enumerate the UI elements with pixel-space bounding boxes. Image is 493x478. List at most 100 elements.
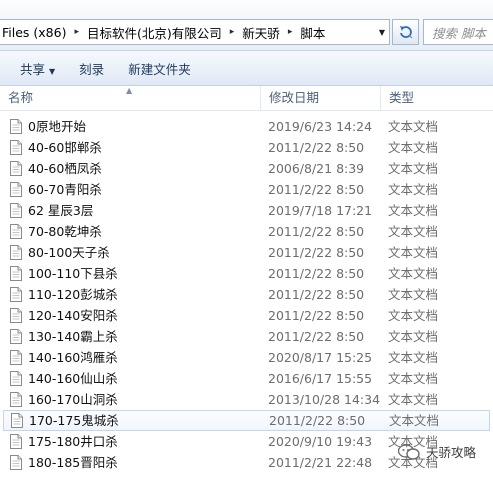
file-type: 文本文档	[388, 350, 439, 365]
share-label: 共享	[20, 61, 46, 77]
file-type: 文本文档	[388, 245, 439, 260]
text-document-icon	[10, 140, 22, 155]
watermark-text: 天骄攻略	[426, 445, 477, 460]
file-name: 175-180井口杀	[28, 434, 118, 449]
file-row[interactable]: 40-60邯郸杀 2011/2/22 8:50 文本文档	[0, 137, 493, 158]
file-row[interactable]: 70-80乾坤杀 2011/2/22 8:50 文本文档	[0, 221, 493, 242]
sort-ascending-icon: ▲	[126, 86, 133, 95]
file-name: 80-100天子杀	[28, 245, 110, 260]
column-header-type[interactable]: 类型	[380, 86, 414, 110]
file-name: 70-80乾坤杀	[28, 224, 102, 239]
file-date: 2011/2/22 8:50	[268, 308, 365, 323]
file-type: 文本文档	[388, 287, 439, 302]
file-type: 文本文档	[388, 203, 439, 218]
breadcrumb-separator-icon[interactable]: ▸	[282, 27, 299, 37]
breadcrumb-company[interactable]: 目标软件(北京)有限公司	[85, 23, 224, 42]
text-document-icon	[10, 245, 22, 260]
file-row[interactable]: 60-70青阳杀 2011/2/22 8:50 文本文档	[0, 179, 493, 200]
file-name: 130-140霸上杀	[28, 329, 118, 344]
file-row[interactable]: 120-140安阳杀 2011/2/22 8:50 文本文档	[0, 305, 493, 326]
file-row[interactable]: 160-170山洞杀 2013/10/28 14:34 文本文档	[0, 389, 493, 410]
file-name: 0原地开始	[28, 119, 86, 134]
file-date: 2013/10/28 14:34	[268, 392, 381, 407]
file-name: 60-70青阳杀	[28, 182, 102, 197]
file-name: 100-110下县杀	[28, 266, 118, 281]
file-row[interactable]: 80-100天子杀 2011/2/22 8:50 文本文档	[0, 242, 493, 263]
watermark: 天骄攻略	[398, 442, 476, 461]
file-list: 0原地开始 2019/6/23 14:24 文本文档 40-60邯郸杀 2011/2/2…	[0, 116, 493, 473]
column-header-name[interactable]: 名称	[8, 86, 33, 110]
file-type: 文本文档	[388, 329, 439, 344]
file-date: 2011/2/22 8:50	[268, 140, 365, 155]
file-date: 2020/8/17 15:25	[268, 350, 373, 365]
chevron-down-icon: ▼	[49, 66, 56, 76]
file-date: 2020/9/10 19:43	[268, 434, 373, 449]
file-name: 120-140安阳杀	[28, 308, 118, 323]
file-date: 2006/8/21 8:39	[268, 161, 365, 176]
file-name: 40-60栖凤杀	[28, 161, 102, 176]
file-date: 2011/2/22 8:50	[269, 413, 366, 428]
breadcrumb-xintianjiao[interactable]: 新天骄	[240, 23, 282, 42]
file-date: 2011/2/22 8:50	[268, 329, 365, 344]
address-bar[interactable]: Files (x86) ▸ 目标软件(北京)有限公司 ▸ 新天骄 ▸ 脚本 ▼	[0, 19, 390, 45]
file-date: 2011/2/21 22:48	[268, 455, 373, 470]
address-bar-area: Files (x86) ▸ 目标软件(北京)有限公司 ▸ 新天骄 ▸ 脚本 ▼ …	[0, 0, 493, 51]
file-name: 160-170山洞杀	[28, 392, 118, 407]
text-document-icon	[10, 308, 22, 323]
breadcrumb-separator-icon[interactable]: ▸	[224, 27, 241, 37]
share-button[interactable]: 共享 ▼	[0, 59, 67, 78]
breadcrumb-program-files[interactable]: Files (x86)	[0, 25, 68, 40]
breadcrumb-separator-icon[interactable]: ▸	[68, 27, 85, 37]
file-row[interactable]: 170-175鬼城杀 2011/2/22 8:50 文本文档	[3, 410, 490, 431]
file-row[interactable]: 62 星辰3层 2019/7/18 17:21 文本文档	[0, 200, 493, 221]
file-date: 2011/2/22 8:50	[268, 182, 365, 197]
text-document-icon	[10, 224, 22, 239]
file-date: 2011/2/22 8:50	[268, 224, 365, 239]
command-toolbar: 共享 ▼ 刻录 新建文件夹	[0, 51, 493, 86]
wechat-icon	[398, 443, 420, 460]
breadcrumb-scripts[interactable]: 脚本	[298, 23, 327, 42]
text-document-icon	[10, 455, 22, 470]
file-name: 180-185晋阳杀	[28, 455, 118, 470]
file-row[interactable]: 130-140霸上杀 2011/2/22 8:50 文本文档	[0, 326, 493, 347]
file-type: 文本文档	[388, 161, 439, 176]
file-row[interactable]: 140-160仙山杀 2016/6/17 15:55 文本文档	[0, 368, 493, 389]
search-input[interactable]: 搜索 脚本	[423, 19, 493, 45]
file-type: 文本文档	[388, 266, 439, 281]
file-type: 文本文档	[389, 413, 440, 428]
text-document-icon	[10, 287, 22, 302]
file-row[interactable]: 140-160鸿雁杀 2020/8/17 15:25 文本文档	[0, 347, 493, 368]
file-name: 62 星辰3层	[28, 203, 94, 218]
chevron-down-icon[interactable]: ▼	[376, 20, 388, 44]
file-row[interactable]: 0原地开始 2019/6/23 14:24 文本文档	[0, 116, 493, 137]
file-date: 2011/2/22 8:50	[268, 287, 365, 302]
file-date: 2011/2/22 8:50	[268, 245, 365, 260]
file-row[interactable]: 110-120彭城杀 2011/2/22 8:50 文本文档	[0, 284, 493, 305]
text-document-icon	[10, 392, 22, 407]
text-document-icon	[11, 413, 23, 428]
file-type: 文本文档	[388, 182, 439, 197]
column-header-date[interactable]: 修改日期	[260, 86, 319, 110]
text-document-icon	[10, 329, 22, 344]
file-row[interactable]: 40-60栖凤杀 2006/8/21 8:39 文本文档	[0, 158, 493, 179]
new-folder-button[interactable]: 新建文件夹	[116, 59, 203, 78]
file-date: 2019/7/18 17:21	[268, 203, 373, 218]
file-type: 文本文档	[388, 119, 439, 134]
burn-button[interactable]: 刻录	[67, 59, 116, 78]
refresh-icon	[399, 26, 412, 39]
file-type: 文本文档	[388, 371, 439, 386]
file-type: 文本文档	[388, 392, 439, 407]
file-name: 170-175鬼城杀	[29, 413, 119, 428]
column-header-row: ▲ 名称 修改日期 类型	[0, 86, 493, 111]
file-date: 2011/2/22 8:50	[268, 266, 365, 281]
refresh-button[interactable]	[392, 19, 419, 45]
file-type: 文本文档	[388, 308, 439, 323]
file-row[interactable]: 100-110下县杀 2011/2/22 8:50 文本文档	[0, 263, 493, 284]
text-document-icon	[10, 350, 22, 365]
file-name: 140-160鸿雁杀	[28, 350, 118, 365]
text-document-icon	[10, 161, 22, 176]
text-document-icon	[10, 203, 22, 218]
file-name: 140-160仙山杀	[28, 371, 118, 386]
text-document-icon	[10, 266, 22, 281]
file-type: 文本文档	[388, 224, 439, 239]
